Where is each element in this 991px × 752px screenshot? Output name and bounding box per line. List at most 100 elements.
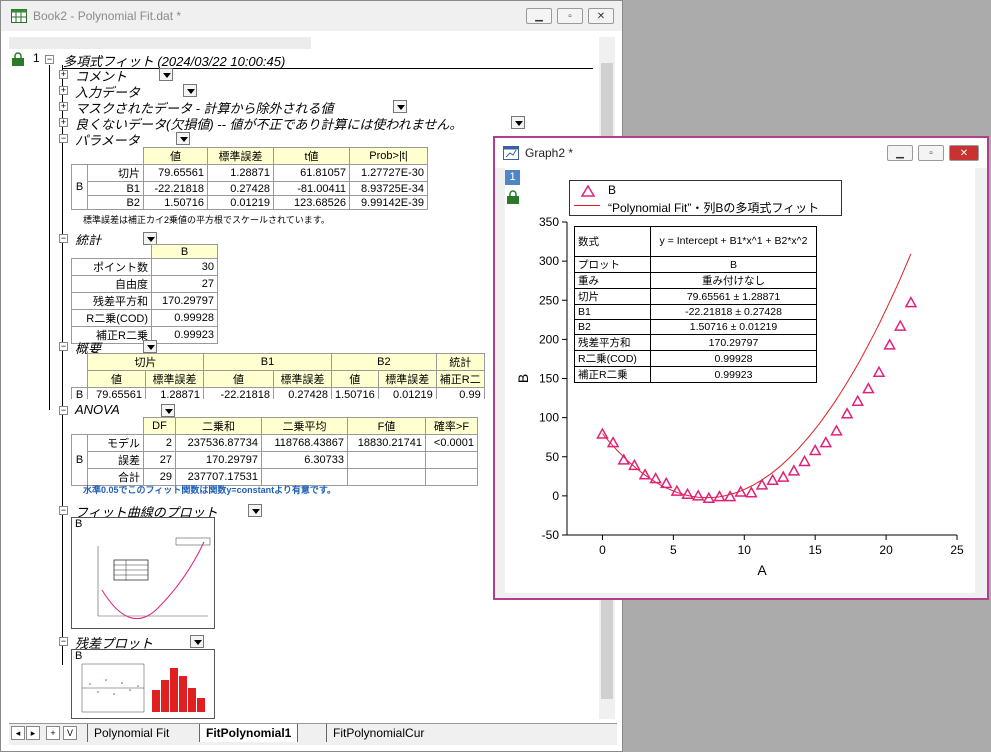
cell[interactable]: 1.28871 [207,164,274,182]
collapse-resplot-toggle[interactable]: − [59,637,68,646]
row-number: 1 [33,51,40,65]
y-tick-label: 0 [552,489,559,503]
graph-icon [503,146,519,160]
collapse-root-toggle[interactable]: − [45,55,54,64]
maximize-button[interactable]: ▫ [557,8,583,24]
data-point [798,454,811,467]
cell[interactable]: 9.99142E-39 [349,195,428,210]
anova-dropdown[interactable] [161,404,175,417]
fit-result-table[interactable]: 数式 y = Intercept + B1*x^1 + B2*x^2 プロット B … [574,226,817,383]
col-header: 値 [331,370,379,388]
cell[interactable]: 0.99928 [151,309,218,327]
cell[interactable]: 237536.87734 [175,434,262,452]
masked-dropdown[interactable] [393,100,407,113]
tab-polynomial-fit[interactable]: Polynomial Fit [87,724,176,742]
resplot-dropdown[interactable] [190,635,204,648]
graph-title-bar[interactable]: Graph2 * ▁ ▫ ✕ [495,138,987,168]
cell[interactable] [347,468,426,486]
expand-comment-toggle[interactable]: + [59,70,68,79]
statistics-table: B ポイント数 30 自由度 27 残差平方和 170.29797 R二乗(COD) 0… [71,244,218,344]
col-header: 値 [87,370,146,388]
group-label: B [71,434,88,486]
tab-fitpolynomialcurve[interactable]: FitPolynomialCur [326,724,444,742]
legend-series-label: B [608,183,617,197]
table-row: 重み 重み付けなし [574,272,817,289]
col-header: 標準誤差 [273,370,332,388]
cell[interactable]: 1.50716 [331,387,379,399]
cell[interactable]: 1.27727E-30 [349,164,428,182]
cell[interactable]: 61.81057 [273,164,350,182]
collapse-stats-toggle[interactable]: − [59,234,68,243]
bad-data-dropdown[interactable] [511,116,525,129]
collapse-anova-toggle[interactable]: − [59,406,68,415]
cell[interactable]: 6.30733 [261,451,348,469]
cell[interactable]: 0.27428 [273,387,332,399]
fitplot-dropdown[interactable] [248,504,262,517]
cell[interactable]: 79.65561 [143,164,208,182]
cell[interactable]: 18830.21741 [347,434,426,452]
cell[interactable] [425,468,478,486]
col-header: 標準誤差 [145,370,204,388]
expand-bad-toggle[interactable]: + [59,118,68,127]
next-sheet-button[interactable]: ▸ [26,726,40,740]
cell[interactable]: 1.28871 [145,387,204,399]
cell[interactable]: 30 [151,258,218,276]
graph-close-button[interactable]: ✕ [949,145,979,161]
params-dropdown[interactable] [176,132,190,145]
expand-masked-toggle[interactable]: + [59,102,68,111]
close-button[interactable]: ✕ [588,8,614,24]
cell[interactable]: 0.99923 [151,326,218,344]
cell[interactable]: 0.01219 [377,387,437,399]
y-tick-label: 150 [539,372,559,386]
col-header: 二乗平均 [261,417,348,435]
col-group: 切片 [87,353,204,371]
row-label: ポイント数 [71,258,152,276]
cell[interactable]: 118768.43867 [261,434,348,452]
col-header: Prob>|t| [349,147,428,165]
collapse-params-toggle[interactable]: − [59,134,68,143]
cell[interactable]: 8.93725E-34 [349,181,428,196]
collapse-summary-toggle[interactable]: − [59,342,68,351]
cell[interactable]: 27 [143,451,176,469]
row-label: B [71,387,88,399]
cell[interactable]: 2 [143,434,176,452]
cell[interactable]: 0.01219 [207,195,274,210]
cell[interactable]: <0.0001 [425,434,478,452]
cell[interactable] [425,451,478,469]
minimize-button[interactable]: ▁ [526,8,552,24]
first-sheet-button[interactable]: ◂ [11,726,25,740]
sheet-list-button[interactable]: V [63,726,77,740]
tab-fitpolynomial1[interactable]: FitPolynomial1 [199,724,299,742]
cell[interactable]: -81.00411 [273,181,350,196]
collapse-fitplot-toggle[interactable]: − [59,506,68,515]
cell[interactable]: 79.65561 [87,387,146,399]
col-header: 補正R二 [435,370,485,388]
cell[interactable]: 123.68526 [273,195,350,210]
cell: 1.50716 ± 0.01219 [650,319,817,335]
data-point [638,468,652,480]
legend-box[interactable]: B “Polynomial Fit”・列Bの多項式フィット [569,180,842,216]
cell[interactable]: 170.29797 [151,292,218,310]
add-sheet-button[interactable]: + [46,726,60,740]
graph-maximize-button[interactable]: ▫ [918,145,944,161]
input-dropdown[interactable] [183,84,197,97]
cell[interactable]: 170.29797 [175,451,262,469]
tree-line [49,65,50,410]
residual-plot-thumbnail-image [81,663,205,713]
data-point [808,443,822,456]
row-label: 誤差 [87,451,144,469]
residual-plot-thumbnail[interactable]: B [71,649,215,719]
expand-input-toggle[interactable]: + [59,86,68,95]
cell[interactable]: -22.21818 [143,181,208,196]
cell[interactable]: 0.99 [435,387,485,399]
graph-minimize-button[interactable]: ▁ [887,145,913,161]
cell[interactable]: 27 [151,275,218,293]
comment-dropdown[interactable] [159,68,173,81]
cell[interactable] [347,451,426,469]
cell[interactable]: 0.27428 [207,181,274,196]
cell[interactable]: 1.50716 [143,195,208,210]
cell[interactable]: -22.21818 [203,387,274,399]
book-title-bar[interactable]: Book2 - Polynomial Fit.dat * ▁ ▫ ✕ [1,1,622,31]
fit-plot-thumbnail[interactable]: B [71,517,215,629]
summary-dropdown[interactable] [143,340,157,353]
